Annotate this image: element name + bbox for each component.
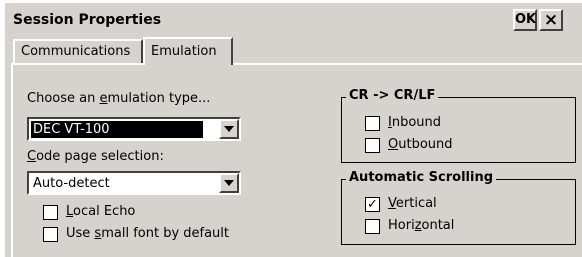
local-echo-label[interactable]: Local Echo	[66, 204, 135, 219]
inbound-label[interactable]: Inbound	[388, 115, 441, 130]
horizontal-checkbox[interactable]	[365, 219, 380, 234]
vertical-label[interactable]: Vertical	[388, 196, 437, 211]
ok-button[interactable]: OK	[513, 9, 537, 31]
chevron-down-icon[interactable]	[219, 173, 239, 193]
emulation-type-label: Choose an emulation type...	[27, 91, 211, 106]
title-bar[interactable]: Session Properties OK ×	[5, 3, 582, 37]
session-properties-dialog: Session Properties OK × Communications E…	[4, 2, 582, 257]
chevron-down-icon[interactable]	[219, 119, 239, 139]
code-page-label: Code page selection:	[27, 149, 164, 164]
emulation-type-select[interactable]: DEC VT-100	[27, 117, 241, 141]
horizontal-label[interactable]: Horizontal	[388, 218, 454, 233]
emulation-type-value: DEC VT-100	[31, 121, 203, 138]
tab-emulation[interactable]: Emulation	[143, 37, 233, 65]
local-echo-checkbox[interactable]	[43, 205, 58, 220]
close-icon[interactable]: ×	[539, 9, 563, 31]
automatic-scrolling-group-title: Automatic Scrolling	[346, 170, 497, 185]
vertical-checkbox[interactable]: ✓	[365, 197, 380, 212]
code-page-select[interactable]: Auto-detect	[27, 171, 241, 195]
dialog-title: Session Properties	[13, 12, 162, 28]
tab-communications[interactable]: Communications	[13, 39, 143, 63]
outbound-checkbox[interactable]	[365, 138, 380, 153]
inbound-checkbox[interactable]	[365, 116, 380, 131]
automatic-scrolling-group: Automatic Scrolling	[341, 170, 576, 245]
small-font-checkbox[interactable]	[43, 227, 58, 242]
code-page-value: Auto-detect	[33, 176, 110, 191]
outbound-label[interactable]: Outbound	[388, 137, 453, 152]
small-font-label[interactable]: Use small font by default	[66, 226, 229, 241]
cr-crlf-group-title: CR -> CR/LF	[346, 88, 439, 103]
emulation-tab-panel: Choose an emulation type... DEC VT-100 C…	[11, 63, 582, 257]
